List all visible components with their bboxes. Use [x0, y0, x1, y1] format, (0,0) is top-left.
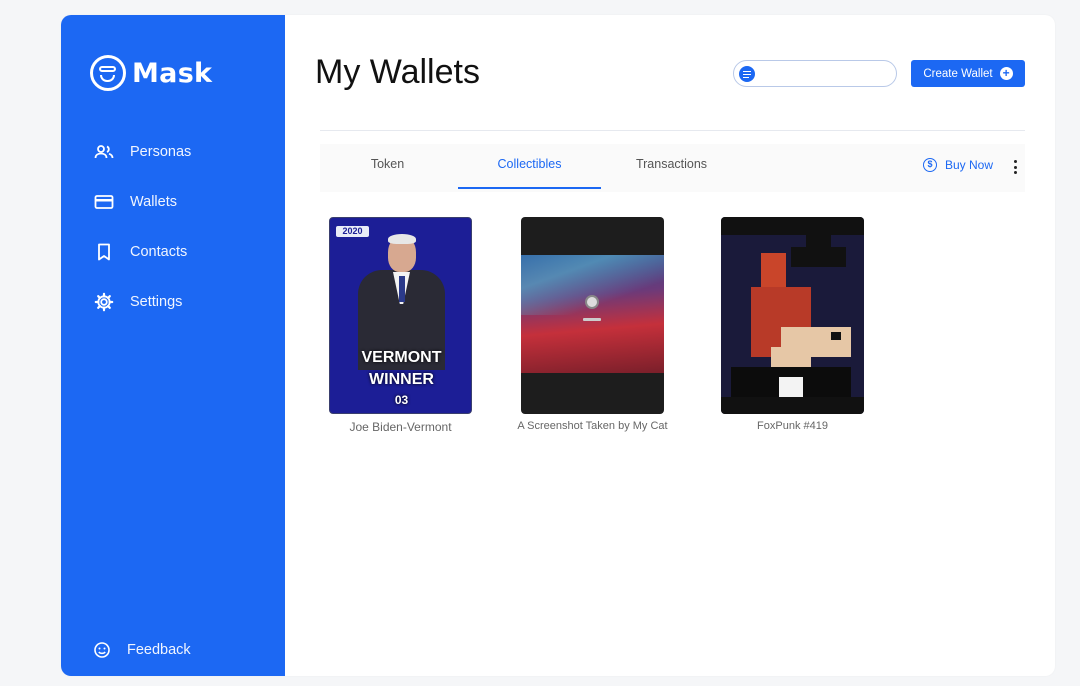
collectible-name: FoxPunk #419: [757, 420, 828, 432]
create-wallet-label: Create Wallet: [923, 67, 993, 80]
plus-circle-icon: +: [999, 67, 1013, 80]
app-window: Mask Personas Wallets Contacts Settings …: [61, 15, 1055, 676]
year-badge: 2020: [336, 226, 369, 237]
dollar-coin-icon: $: [923, 158, 937, 172]
collectible-card[interactable]: A Screenshot Taken by My Cat: [517, 217, 668, 432]
personas-icon: [94, 142, 114, 162]
collectible-name: Joe Biden-Vermont: [349, 420, 452, 434]
collectible-image: [721, 217, 864, 414]
sidebar-item-contacts[interactable]: Contacts: [94, 239, 191, 265]
collectible-image: 2020 VERMONT WINNER 03: [329, 217, 472, 414]
feedback-button[interactable]: Feedback: [92, 640, 191, 660]
sidebar-item-label: Personas: [130, 144, 192, 160]
tab-transactions[interactable]: Transactions: [600, 157, 743, 171]
main-content: My Wallets Create Wallet + Token Collect…: [285, 15, 1055, 676]
bookmark-icon: [94, 242, 114, 262]
mask-logo[interactable]: Mask: [90, 55, 212, 91]
tab-token[interactable]: Token: [316, 157, 459, 171]
sidebar-item-wallets[interactable]: Wallets: [94, 189, 191, 215]
sidebar-item-label: Settings: [130, 294, 183, 310]
logo-text: Mask: [132, 57, 213, 89]
more-options-icon[interactable]: [1012, 158, 1018, 176]
gear-icon: [94, 292, 114, 312]
create-wallet-button[interactable]: Create Wallet +: [911, 60, 1025, 87]
smiley-icon: [92, 640, 112, 660]
page-title: My Wallets: [315, 53, 480, 91]
tabs-bar: Token Collectibles Transactions $ Buy No…: [320, 144, 1025, 192]
feedback-label: Feedback: [127, 642, 191, 658]
wallet-icon: [94, 192, 114, 212]
active-tab-indicator: [458, 187, 601, 189]
search-box[interactable]: [733, 60, 897, 87]
sidebar-nav: Personas Wallets Contacts Settings: [94, 139, 191, 339]
sidebar-item-settings[interactable]: Settings: [94, 289, 191, 315]
card-text-line2: WINNER: [369, 371, 434, 388]
card-text-line1: VERMONT: [361, 349, 442, 366]
mask-logo-icon: [90, 55, 126, 91]
search-icon: [739, 65, 755, 82]
sidebar: Mask Personas Wallets Contacts Settings …: [61, 15, 285, 676]
collectible-name: A Screenshot Taken by My Cat: [517, 420, 668, 432]
buy-now-button[interactable]: $ Buy Now: [923, 158, 993, 172]
sidebar-item-label: Wallets: [130, 194, 177, 210]
header-divider: [320, 130, 1025, 131]
sidebar-item-label: Contacts: [130, 244, 188, 260]
tab-collectibles[interactable]: Collectibles: [458, 157, 601, 171]
collectible-card[interactable]: FoxPunk #419: [721, 217, 864, 432]
sidebar-item-personas[interactable]: Personas: [94, 139, 191, 165]
collectible-image: [521, 217, 664, 414]
buy-now-label: Buy Now: [945, 158, 994, 172]
collectible-card[interactable]: 2020 VERMONT WINNER 03 Joe Biden-Vermont: [329, 217, 472, 434]
card-text-line3: 03: [394, 393, 409, 407]
search-input[interactable]: [761, 66, 891, 81]
